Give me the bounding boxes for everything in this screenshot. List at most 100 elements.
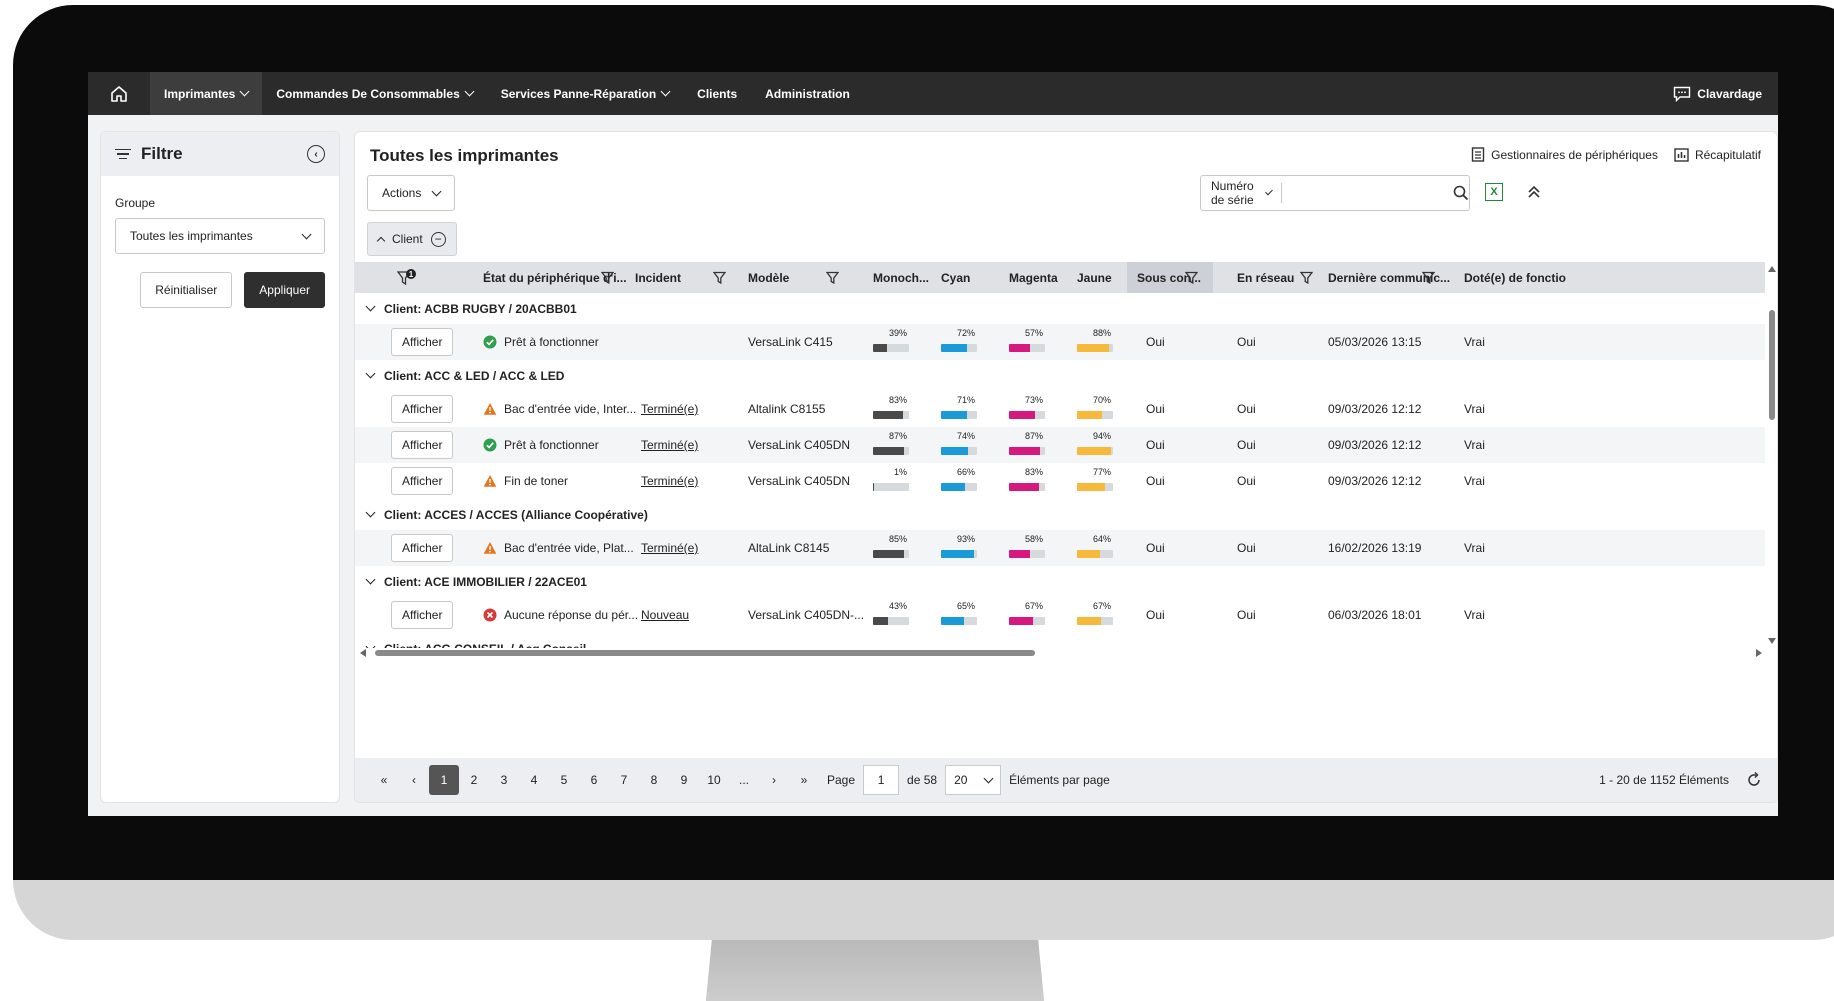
- column-filter-button[interactable]: 1: [397, 262, 417, 293]
- column-header-10[interactable]: Dernière communic...: [1328, 262, 1450, 293]
- column-header-11[interactable]: Doté(e) de fonctio: [1464, 262, 1566, 293]
- reset-button[interactable]: Réinitialiser: [140, 272, 233, 308]
- column-filter-icon[interactable]: [601, 271, 614, 284]
- collapse-up-icon[interactable]: [1525, 182, 1543, 202]
- remove-group-icon[interactable]: −: [430, 231, 446, 247]
- incident-link[interactable]: Nouveau: [641, 608, 689, 622]
- page-button-11[interactable]: ...: [729, 765, 759, 795]
- nav-item-services-panne-reparation[interactable]: Services Panne-Réparation: [487, 72, 683, 115]
- column-filter-icon[interactable]: [1422, 271, 1435, 284]
- column-filter-icon[interactable]: [826, 271, 839, 284]
- view-button[interactable]: Afficher: [391, 467, 454, 495]
- mono-toner-percent: 43%: [888, 601, 907, 611]
- page-button-10[interactable]: 10: [699, 765, 729, 795]
- chevron-down-icon[interactable]: [365, 574, 376, 585]
- page-button-1[interactable]: 1: [429, 765, 459, 795]
- page-button-9[interactable]: 9: [669, 765, 699, 795]
- next-page-button[interactable]: ›: [759, 765, 789, 795]
- search-input[interactable]: [1281, 178, 1453, 208]
- device-managers-link[interactable]: Gestionnaires de périphériques: [1471, 147, 1658, 162]
- column-filter-icon[interactable]: [1185, 271, 1198, 284]
- nav-item-label: Administration: [765, 86, 850, 101]
- search-field-select[interactable]: Numéro de série: [1201, 179, 1282, 207]
- page-button-7[interactable]: 7: [609, 765, 639, 795]
- excel-export-icon[interactable]: X: [1485, 183, 1503, 201]
- page-label: Page: [827, 773, 856, 787]
- home-button[interactable]: [88, 72, 150, 115]
- page-button-4[interactable]: 4: [519, 765, 549, 795]
- view-button[interactable]: Afficher: [391, 395, 454, 423]
- column-filter-icon[interactable]: [713, 271, 726, 284]
- actions-button[interactable]: Actions: [367, 175, 456, 211]
- column-filter-icon[interactable]: [1300, 271, 1314, 284]
- page-number-input[interactable]: 1: [863, 765, 900, 795]
- first-page-button[interactable]: «: [369, 765, 399, 795]
- column-header-8[interactable]: Sous con...: [1127, 262, 1213, 293]
- scroll-down-icon[interactable]: [1767, 636, 1778, 646]
- incident-link[interactable]: Terminé(e): [641, 541, 698, 555]
- client-group-row[interactable]: Client: ACC & LED / ACC & LED: [355, 360, 1765, 391]
- magenta-toner-percent: 87%: [1024, 431, 1043, 441]
- page-button-5[interactable]: 5: [549, 765, 579, 795]
- prev-page-button[interactable]: ‹: [399, 765, 429, 795]
- group-select[interactable]: Toutes les imprimantes: [115, 218, 325, 254]
- apply-button[interactable]: Appliquer: [244, 272, 325, 308]
- chevron-down-icon[interactable]: [365, 507, 376, 518]
- last-page-button[interactable]: »: [789, 765, 819, 795]
- refresh-icon[interactable]: [1745, 771, 1763, 789]
- search-icon[interactable]: [1453, 185, 1469, 201]
- horizontal-scroll-thumb[interactable]: [375, 650, 1035, 656]
- view-button[interactable]: Afficher: [391, 431, 454, 459]
- column-header-6[interactable]: Magenta: [1009, 262, 1058, 293]
- printer-row: Afficher Aucune réponse du pér... Nouveau V…: [355, 597, 1765, 633]
- magenta-toner-bar-fill: [1009, 344, 1030, 352]
- scroll-right-icon[interactable]: [1755, 648, 1763, 658]
- nav-item-commandes-de-consommables[interactable]: Commandes De Consommables: [262, 72, 486, 115]
- incident-cell: Terminé(e): [641, 463, 698, 499]
- mono-toner-percent: 39%: [888, 328, 907, 338]
- group-select-value: Toutes les imprimantes: [130, 229, 253, 243]
- mono-toner-level: 43%: [873, 601, 909, 629]
- page-button-3[interactable]: 3: [489, 765, 519, 795]
- column-header-1[interactable]: État du périphérique d'i...: [483, 262, 627, 293]
- summary-link[interactable]: Récapitulatif: [1674, 148, 1761, 162]
- incident-link[interactable]: Terminé(e): [641, 438, 698, 452]
- scroll-left-icon[interactable]: [359, 648, 367, 658]
- vertical-scroll-thumb[interactable]: [1769, 310, 1775, 420]
- nav-item-administration[interactable]: Administration: [751, 72, 864, 115]
- column-header-7[interactable]: Jaune: [1077, 262, 1112, 293]
- incident-link[interactable]: Terminé(e): [641, 402, 698, 416]
- vertical-scrollbar[interactable]: [1766, 262, 1778, 648]
- column-header-3[interactable]: Modèle: [748, 262, 839, 293]
- yellow-toner-bar-fill: [1077, 344, 1109, 352]
- page-button-6[interactable]: 6: [579, 765, 609, 795]
- column-header-2[interactable]: Incident: [635, 262, 726, 293]
- nav-item-clients[interactable]: Clients: [683, 72, 751, 115]
- nav-item-imprimantes[interactable]: Imprimantes: [150, 72, 263, 115]
- column-header-9[interactable]: En réseau: [1237, 262, 1314, 293]
- yellow-toner-bar: [1077, 447, 1113, 455]
- chat-button[interactable]: Clavardage: [1659, 72, 1778, 115]
- page-button-2[interactable]: 2: [459, 765, 489, 795]
- incident-link[interactable]: Terminé(e): [641, 474, 698, 488]
- scroll-up-icon[interactable]: [1767, 264, 1778, 274]
- view-button[interactable]: Afficher: [391, 534, 454, 562]
- chevron-down-icon[interactable]: [365, 368, 376, 379]
- page-size-select[interactable]: 20: [945, 765, 1002, 795]
- page-button-8[interactable]: 8: [639, 765, 669, 795]
- horizontal-scrollbar[interactable]: [360, 648, 1763, 658]
- column-header-5[interactable]: Cyan: [941, 262, 970, 293]
- mono-toner-bar: [873, 550, 909, 558]
- column-header-4[interactable]: Monoch...: [873, 262, 929, 293]
- client-group-row[interactable]: Client: ACCES / ACCES (Alliance Coopérat…: [355, 499, 1765, 530]
- view-button[interactable]: Afficher: [391, 328, 454, 356]
- client-group-chip[interactable]: Client −: [367, 222, 457, 256]
- chevron-down-icon[interactable]: [365, 301, 376, 312]
- view-button[interactable]: Afficher: [391, 601, 454, 629]
- collapse-filter-icon[interactable]: ‹: [307, 145, 325, 163]
- filter-title-label: Filtre: [141, 144, 183, 163]
- client-group-row[interactable]: Client: ACE IMMOBILIER / 22ACE01: [355, 566, 1765, 597]
- client-group-row[interactable]: Client: ACBB RUGBY / 20ACBB01: [355, 293, 1765, 324]
- mono-toner-bar: [873, 483, 909, 491]
- client-group-row[interactable]: Client: ACG CONSEIL / Acg Conseil: [355, 633, 1765, 648]
